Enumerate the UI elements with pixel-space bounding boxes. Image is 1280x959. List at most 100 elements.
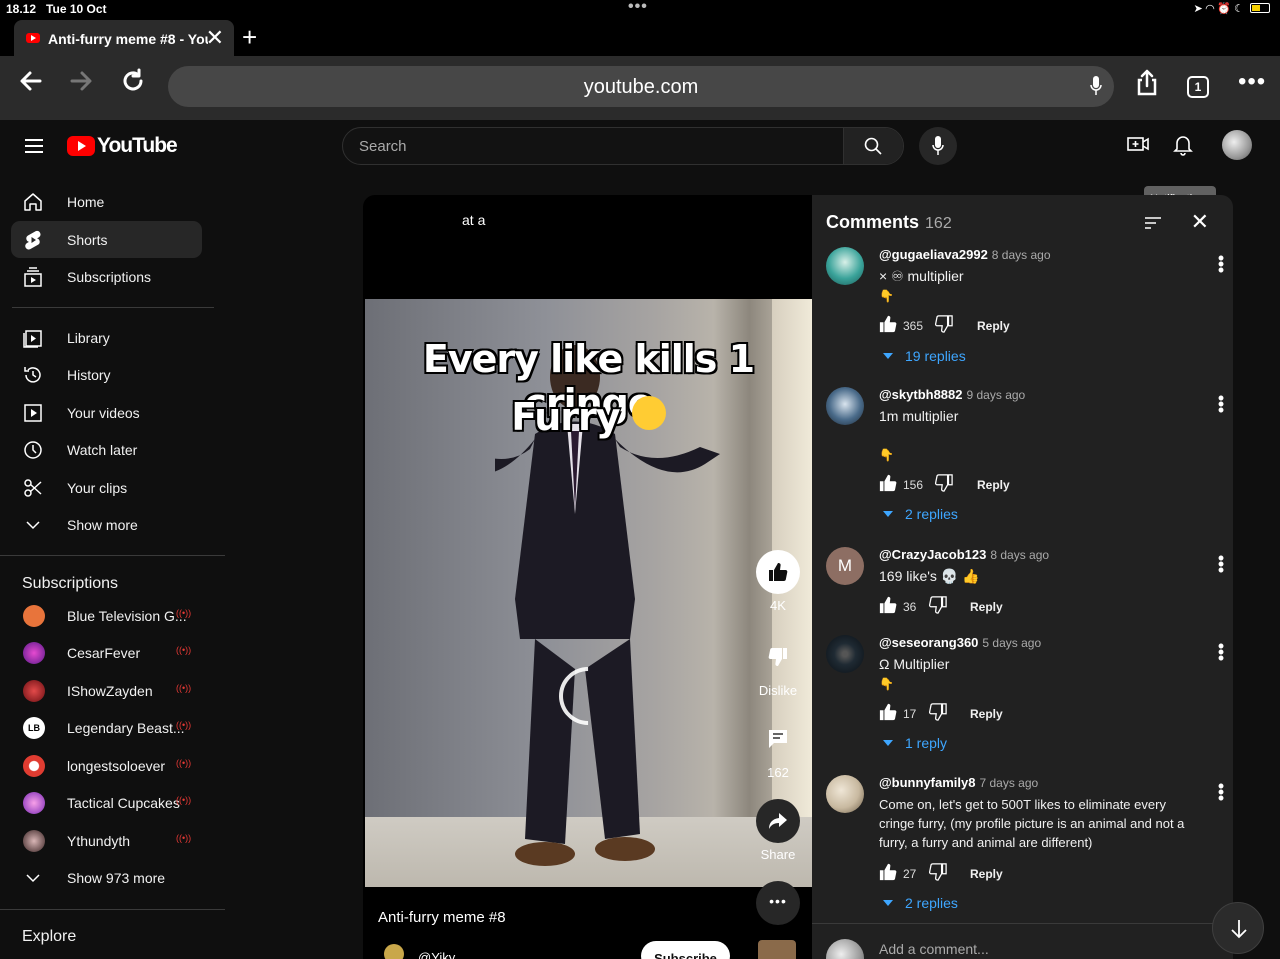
share-button[interactable] <box>756 799 800 843</box>
comment-menu-icon[interactable]: • • • <box>1216 249 1226 279</box>
thumbs-up-icon[interactable] <box>879 474 897 492</box>
thumbs-down-icon[interactable] <box>929 596 947 614</box>
subscription-item[interactable]: Ythundyth ((•)) <box>11 822 202 859</box>
sidebar-item-your-clips[interactable]: Your clips <box>11 469 202 506</box>
chevron-down-icon <box>26 521 40 530</box>
scissors-icon <box>24 479 42 497</box>
commenter-avatar[interactable] <box>826 635 864 673</box>
sidebar-item-subscriptions[interactable]: Subscriptions <box>11 258 202 295</box>
forward-arrow-icon[interactable] <box>68 68 94 101</box>
shorts-player[interactable]: at a Every like kills 1 cringe Furry 4K <box>363 195 812 959</box>
comment-menu-icon[interactable]: • • • <box>1216 549 1226 579</box>
comment-author[interactable]: @skytbh8882 9 days ago <box>879 387 1025 402</box>
comments-button[interactable] <box>756 717 800 761</box>
like-button[interactable] <box>756 550 800 594</box>
thumbs-up-icon[interactable] <box>879 596 897 614</box>
subscription-item[interactable]: IShowZayden ((•)) <box>11 672 202 709</box>
close-tab-icon[interactable]: ✕ <box>206 25 224 51</box>
comment-menu-icon[interactable]: • • • <box>1216 389 1226 419</box>
thumbs-down-icon[interactable] <box>935 315 953 333</box>
thumbs-up-icon[interactable] <box>879 315 897 333</box>
comment-menu-icon[interactable]: • • • <box>1216 777 1226 807</box>
reply-button[interactable]: Reply <box>970 867 1003 881</box>
channel-avatar[interactable] <box>384 944 404 959</box>
add-comment-input[interactable]: Add a comment... <box>879 941 989 957</box>
thumbs-up-icon[interactable] <box>879 863 897 881</box>
comment-author[interactable]: @gugaeliava2992 8 days ago <box>879 247 1051 262</box>
multitask-dots[interactable]: ••• <box>628 0 648 16</box>
like-action[interactable]: 4K <box>755 550 801 613</box>
channel-name: CesarFever <box>67 645 141 661</box>
more-options-icon[interactable]: ••• <box>1238 68 1266 96</box>
sidebar-item-your-videos[interactable]: Your videos <box>11 394 202 431</box>
channel-handle[interactable]: @Yiky <box>418 950 455 959</box>
subscribe-button[interactable]: Subscribe <box>641 941 730 959</box>
view-replies-button[interactable]: 2 replies <box>879 506 958 522</box>
sidebar-item-home[interactable]: Home <box>11 183 202 220</box>
subscription-item[interactable]: Tactical Cupcakes ((•)) <box>11 784 202 821</box>
sidebar-item-label: Subscriptions <box>67 269 152 285</box>
reply-button[interactable]: Reply <box>970 600 1003 614</box>
commenter-avatar[interactable]: M <box>826 547 864 585</box>
sidebar-item-show-more-subscriptions[interactable]: Show 973 more <box>11 859 202 896</box>
subscription-item[interactable]: LB Legendary Beast... ((•)) <box>11 709 202 746</box>
notifications-bell-icon[interactable] <box>1173 134 1193 161</box>
thumbs-down-icon[interactable] <box>929 863 947 881</box>
voice-search-icon[interactable] <box>1090 76 1102 96</box>
search-input[interactable]: Search <box>359 138 407 155</box>
search-button[interactable] <box>843 128 903 164</box>
dislike-button[interactable] <box>756 635 800 679</box>
comment-menu-icon[interactable]: • • • <box>1216 637 1226 667</box>
reply-button[interactable]: Reply <box>977 478 1010 492</box>
sort-icon[interactable] <box>1145 217 1161 229</box>
sidebar-item-show-more[interactable]: Show more <box>11 506 202 543</box>
dislike-action[interactable]: Dislike <box>755 635 801 698</box>
view-replies-button[interactable]: 1 reply <box>879 735 947 751</box>
thumbs-down-icon[interactable] <box>935 474 953 492</box>
sidebar-item-watch-later[interactable]: Watch later <box>11 431 202 468</box>
subscription-item[interactable]: CesarFever ((•)) <box>11 634 202 671</box>
short-title[interactable]: Anti-furry meme #8 <box>378 909 506 926</box>
new-tab-button[interactable]: + <box>242 22 257 53</box>
commenter-avatar[interactable] <box>826 387 864 425</box>
status-time: 18.12 Tue 10 Oct <box>6 2 107 16</box>
commenter-avatar[interactable] <box>826 247 864 285</box>
sidebar-item-shorts[interactable]: Shorts <box>11 221 202 258</box>
comment-author[interactable]: @seseorang360 5 days ago <box>879 635 1041 650</box>
thumbs-down-icon[interactable] <box>929 703 947 721</box>
subscription-item[interactable]: Blue Television G... ((•)) <box>11 597 202 634</box>
thumbs-up-icon[interactable] <box>879 703 897 721</box>
comment-author[interactable]: @CrazyJacob123 8 days ago <box>879 547 1049 562</box>
menu-icon[interactable] <box>25 139 43 153</box>
sidebar-item-history[interactable]: History <box>11 356 202 393</box>
comment-author[interactable]: @bunnyfamily8 7 days ago <box>879 775 1038 790</box>
youtube-favicon-icon <box>26 33 40 43</box>
create-video-icon[interactable] <box>1127 134 1149 159</box>
share-action[interactable]: Share <box>755 799 801 862</box>
sidebar-divider <box>0 909 225 910</box>
view-replies-button[interactable]: 19 replies <box>879 348 966 364</box>
reload-icon[interactable] <box>120 68 146 101</box>
voice-search-button[interactable] <box>919 127 957 165</box>
view-replies-button[interactable]: 2 replies <box>879 895 958 911</box>
more-actions[interactable]: ••• <box>755 881 801 925</box>
back-arrow-icon[interactable] <box>18 68 44 101</box>
browser-tab[interactable]: Anti-furry meme #8 - YouTube ✕ <box>14 20 234 56</box>
reply-button[interactable]: Reply <box>977 319 1010 333</box>
search-box[interactable]: Search <box>342 127 904 165</box>
sidebar-item-library[interactable]: Library <box>11 319 202 356</box>
share-icon[interactable] <box>1134 68 1160 103</box>
tab-count-button[interactable]: 1 <box>1187 76 1209 98</box>
commenter-avatar[interactable] <box>826 775 864 813</box>
comments-action[interactable]: 162 <box>755 717 801 780</box>
address-bar[interactable]: youtube.com <box>168 66 1114 107</box>
video-frame[interactable]: Every like kills 1 cringe Furry <box>365 299 812 887</box>
reply-button[interactable]: Reply <box>970 707 1003 721</box>
account-avatar[interactable] <box>1222 130 1252 160</box>
next-short-thumbnail[interactable] <box>758 940 796 959</box>
more-actions-dots-icon[interactable]: ••• <box>756 881 800 925</box>
close-comments-icon[interactable]: ✕ <box>1191 209 1209 235</box>
subscription-item[interactable]: longestsoloever ((•)) <box>11 747 202 784</box>
scroll-down-button[interactable] <box>1212 902 1264 954</box>
comment-like-count: 27 <box>903 867 917 881</box>
